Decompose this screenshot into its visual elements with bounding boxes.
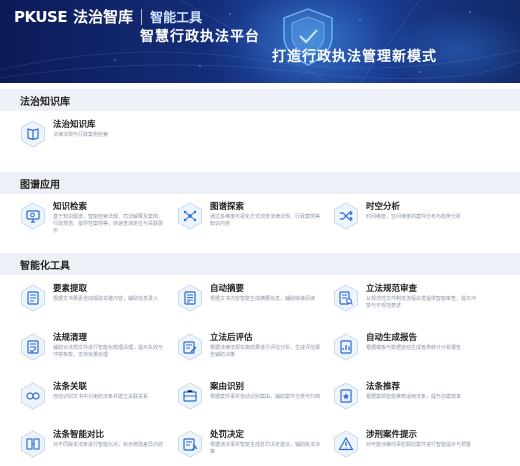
tool-card-article-association[interactable]: 法条关联 自动识别文书中引用的法条并建立关联关系 xyxy=(20,382,165,410)
monitor-search-icon xyxy=(20,202,46,230)
tool-title: 知识检索 xyxy=(53,202,88,212)
tool-card-knowledge-search[interactable]: 知识检索 基于知识图谱，智能检索法规、司法解释及案例、行政规范、指导性案例等，快… xyxy=(20,202,165,235)
banner-slogan-main: 智慧行政执法平台 xyxy=(140,29,260,45)
case-icon xyxy=(177,382,203,410)
tool-title: 立法后评估 xyxy=(210,333,253,343)
link-icon xyxy=(20,382,46,410)
tool-card-spatiotemporal[interactable]: 时空分析 时间维度，空间维度的案件分布与趋势分析 xyxy=(333,202,478,230)
banner-slogan-sub: 打造行政执法管理新模式 xyxy=(272,49,437,65)
tool-card-penalty-decision[interactable]: 处罚决定 根据违法事实智能生成处罚决定建议，辅助执法决策 xyxy=(177,430,322,458)
tool-card-regulation-cleanup[interactable]: 法规清理 辅助对法规文件进行智能化梳理清理，提示失效与冲突条款，支持批量处理 xyxy=(20,333,165,361)
tool-title: 法条推荐 xyxy=(366,382,401,392)
penalty-icon xyxy=(177,430,203,458)
tool-label: 智能工具 xyxy=(150,11,203,26)
tool-title: 图谱探索 xyxy=(210,202,245,212)
tool-title: 立法规范审查 xyxy=(366,284,418,294)
shuffle-icon xyxy=(333,202,359,230)
tool-title: 法规清理 xyxy=(53,333,88,343)
tool-description: 通过多维度可视化方式浏览法律法规、行政案例等知识内容 xyxy=(210,214,321,227)
tool-title: 法治知识库 xyxy=(53,120,96,130)
tool-title: 自动生成报告 xyxy=(366,333,418,343)
tool-description: 对不同版本法条进行智能比对，标示修改差异内容 xyxy=(53,442,164,448)
section-header-knowledge-base: 法治知识库 xyxy=(0,89,520,111)
logo[interactable]: PKUSE 法治智库 智能工具 xyxy=(14,6,202,27)
tool-card-auto-summary[interactable]: 自动摘要 根据文书内容智能生成摘要信息，辅助快速阅读 xyxy=(177,284,322,312)
tool-title: 自动摘要 xyxy=(210,284,245,294)
tool-card-case-cause[interactable]: 案由识别 根据案件事实自动识别案由，辅助案件分类与归档 xyxy=(177,382,322,410)
summary-icon xyxy=(177,284,203,312)
tool-card-post-legislation-eval[interactable]: 立法后评估 根据法律法规实施效果进行评估分析，生成评估报告辅助决策 xyxy=(177,333,322,361)
evaluate-icon xyxy=(177,333,203,361)
section-title: 智能化工具 xyxy=(20,260,70,272)
cleanup-icon xyxy=(20,333,46,361)
report-icon xyxy=(333,333,359,361)
tool-card-auto-report[interactable]: 自动生成报告 根据模板与数据自动生成各类统计分析报告 xyxy=(333,333,478,361)
tool-card-element-extraction[interactable]: 要素提取 根据文书要素自动提取关键内容，辅助信息录入 xyxy=(20,284,165,312)
tool-card-legislation-review[interactable]: 立法规范审查 从规范性文件制定流程出发提供智能审查，提示冲突与不规范表述 xyxy=(333,284,478,312)
tool-title: 案由识别 xyxy=(210,382,245,392)
tool-title: 涉刑案件提示 xyxy=(366,430,418,440)
tool-title: 要素提取 xyxy=(53,284,88,294)
section-title: 图谱应用 xyxy=(20,179,60,191)
alert-icon xyxy=(333,430,359,458)
recommend-icon xyxy=(333,382,359,410)
tool-description: 法律法规与行政案例检索 xyxy=(53,132,109,138)
tool-card-article-recommend[interactable]: 法条推荐 根据案情智能推荐适用法条，提升办案效率 xyxy=(333,382,478,410)
brand-name-cn: 法治智库 xyxy=(73,8,134,26)
tool-description: 根据违法事实智能生成处罚决定建议，辅助执法决策 xyxy=(210,442,321,455)
tool-description: 基于知识图谱，智能检索法规、司法解释及案例、行政规范、指导性案例等，快速查询定位… xyxy=(53,214,164,234)
section-title: 法治知识库 xyxy=(20,96,70,108)
tool-description: 根据案件事实自动识别案由，辅助案件分类与归档 xyxy=(210,394,321,400)
logo-divider xyxy=(141,8,143,25)
tool-description: 时间维度，空间维度的案件分布与趋势分析 xyxy=(366,214,462,220)
tool-description: 根据文书要素自动提取关键内容，辅助信息录入 xyxy=(53,296,159,302)
tool-card-graph-explore[interactable]: 图谱探索 通过多维度可视化方式浏览法律法规、行政案例等知识内容 xyxy=(177,202,322,230)
section-header-smart-tools: 智能化工具 xyxy=(0,253,520,275)
tool-description: 辅助对法规文件进行智能化梳理清理，提示失效与冲突条款，支持批量处理 xyxy=(53,345,164,358)
tool-description: 自动识别文书中引用的法条并建立关联关系 xyxy=(53,394,149,400)
tool-card-criminal-alert[interactable]: 涉刑案件提示 对可能涉嫌刑事犯罪的案件进行智能提示与预警 xyxy=(333,430,478,458)
tool-description: 根据案情智能推荐适用法条，提升办案效率 xyxy=(366,394,462,400)
tool-card-article-compare[interactable]: 法条智能对比 对不同版本法条进行智能比对，标示修改差异内容 xyxy=(20,430,165,458)
header-banner: PKUSE 法治智库 智能工具 智慧行政执法平台 打造行政执法管理新模式 xyxy=(0,0,520,83)
graph-nodes-icon xyxy=(177,202,203,230)
section-header-graph-apps: 图谱应用 xyxy=(0,172,520,194)
tool-title: 处罚决定 xyxy=(210,430,245,440)
compare-icon xyxy=(20,430,46,458)
tool-description: 从规范性文件制定流程出发提供智能审查，提示冲突与不规范表述 xyxy=(366,296,477,309)
book-icon xyxy=(20,120,46,148)
tool-description: 根据文书内容智能生成摘要信息，辅助快速阅读 xyxy=(210,296,316,302)
tool-title: 法条关联 xyxy=(53,382,88,392)
tool-card-knowledge-base[interactable]: 法治知识库 法律法规与行政案例检索 xyxy=(20,120,165,148)
tool-title: 时空分析 xyxy=(366,202,401,212)
review-icon xyxy=(333,284,359,312)
brand-name: PKUSE xyxy=(14,7,68,26)
tool-description: 根据法律法规实施效果进行评估分析，生成评估报告辅助决策 xyxy=(210,345,321,358)
document-list-icon xyxy=(20,284,46,312)
tool-title: 法条智能对比 xyxy=(53,430,105,440)
tool-description: 对可能涉嫌刑事犯罪的案件进行智能提示与预警 xyxy=(366,442,472,448)
tool-description: 根据模板与数据自动生成各类统计分析报告 xyxy=(366,345,462,351)
